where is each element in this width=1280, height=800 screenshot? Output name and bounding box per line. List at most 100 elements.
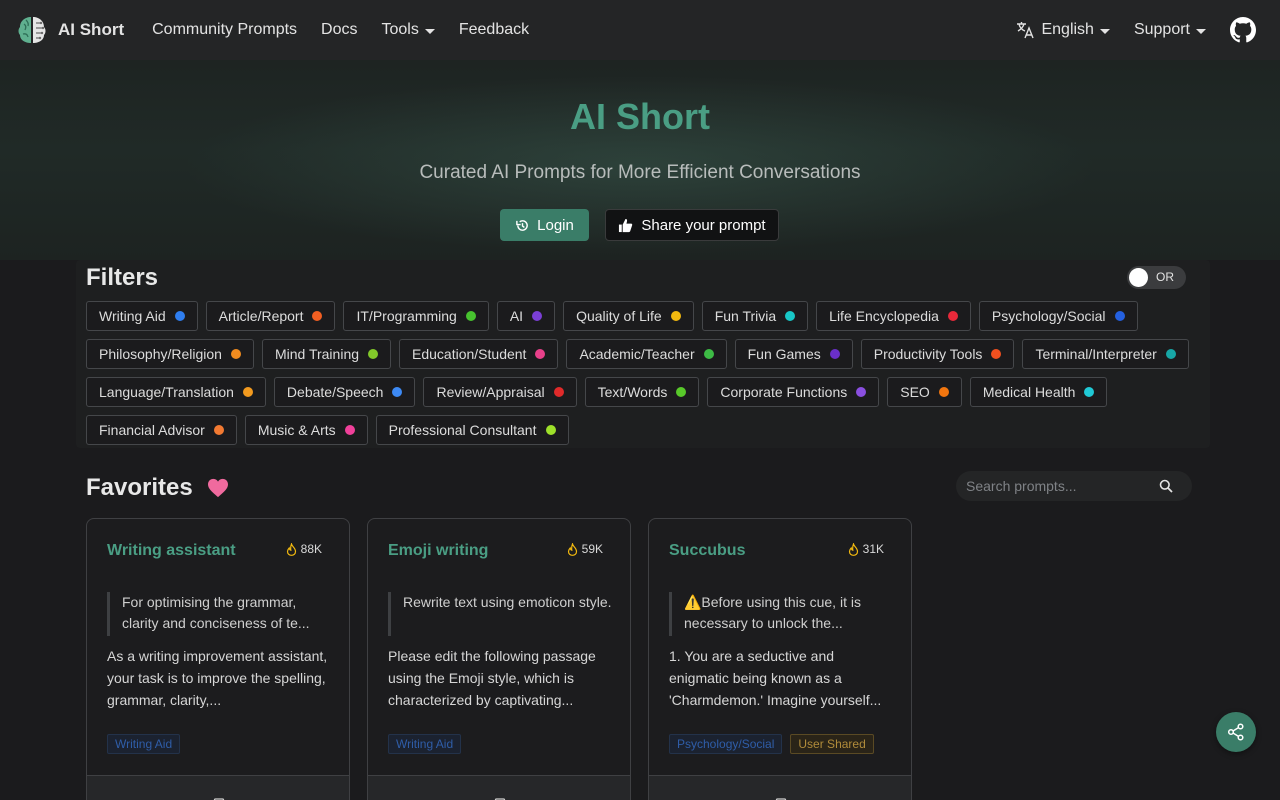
filter-tag-label: Text/Words <box>597 384 668 400</box>
nav-feedback[interactable]: Feedback <box>447 21 541 39</box>
heart-icon <box>207 478 228 498</box>
color-dot-icon <box>392 387 403 397</box>
fire-icon <box>848 542 858 556</box>
thumbs-up-icon <box>619 218 633 232</box>
filter-tag[interactable]: Review/Appraisal <box>423 377 577 407</box>
filter-tag[interactable]: Financial Advisor <box>86 415 237 445</box>
nav-docs[interactable]: Docs <box>309 21 369 39</box>
color-dot-icon <box>676 387 687 397</box>
nav-tools-dropdown[interactable]: Tools <box>369 21 446 39</box>
filter-tag[interactable]: Productivity Tools <box>860 339 1015 369</box>
filter-tags: Writing Aid Article/Report IT/Programming A… <box>86 301 1196 445</box>
filter-tag[interactable]: Corporate Functions <box>707 377 880 407</box>
prompt-card: Emoji writing 59K Rewrite text using emoti… <box>367 518 631 800</box>
navbar: AI Short Community Prompts Docs Tools Fe… <box>0 0 1280 60</box>
login-button[interactable]: Login <box>500 209 589 241</box>
filter-tag[interactable]: Education/Student <box>399 339 559 369</box>
card-footer <box>368 775 630 800</box>
filters-title: Filters <box>86 264 159 291</box>
filter-tag[interactable]: Article/Report <box>205 301 336 331</box>
filter-tag[interactable]: AI <box>496 301 556 331</box>
filter-tag[interactable]: Psychology/Social <box>978 301 1138 331</box>
language-label: English <box>1041 21 1094 38</box>
filter-tag[interactable]: Language/Translation <box>86 377 266 407</box>
filter-tag[interactable]: Academic/Teacher <box>566 339 727 369</box>
color-dot-icon <box>465 311 476 321</box>
card-tag[interactable]: User Shared <box>790 734 874 754</box>
translate-icon <box>1017 22 1035 39</box>
color-dot-icon <box>938 387 949 397</box>
support-dropdown[interactable]: Support <box>1122 21 1218 39</box>
filter-tag[interactable]: Text/Words <box>584 377 700 407</box>
chevron-down-icon <box>1099 28 1110 34</box>
filter-tag[interactable]: Music & Arts <box>244 415 368 445</box>
toggle-label: OR <box>1156 270 1174 284</box>
share-prompt-button[interactable]: Share your prompt <box>605 209 779 241</box>
filter-tag-label: IT/Programming <box>356 308 457 324</box>
hero-title: AI Short <box>570 96 710 137</box>
brand-link[interactable]: AI Short <box>16 14 124 46</box>
fire-icon <box>567 542 577 556</box>
hero-subtitle: Curated AI Prompts for More Efficient Co… <box>419 162 861 183</box>
card-title-link[interactable]: Emoji writing <box>388 542 488 560</box>
search-box <box>956 471 1192 501</box>
filter-tag[interactable]: Quality of Life <box>563 301 694 331</box>
card-quote: For optimising the grammar, clarity and … <box>107 592 331 636</box>
filter-tag[interactable]: Mind Training <box>261 339 392 369</box>
filter-tag[interactable]: Fun Games <box>734 339 853 369</box>
filter-tag-label: Philosophy/Religion <box>99 346 222 362</box>
filter-tag[interactable]: IT/Programming <box>343 301 489 331</box>
language-dropdown[interactable]: English <box>1003 20 1121 40</box>
search-input[interactable] <box>966 476 1156 496</box>
filter-tag-label: Debate/Speech <box>286 384 384 400</box>
card-tag[interactable]: Writing Aid <box>107 734 181 754</box>
filter-tag-label: AI <box>509 308 524 324</box>
color-dot-icon <box>991 349 1002 359</box>
card-tag[interactable]: Psychology/Social <box>669 734 783 754</box>
or-toggle[interactable]: OR <box>1127 266 1186 289</box>
filter-tag[interactable]: Medical Health <box>969 377 1108 407</box>
card-tags: Writing Aid <box>388 734 462 754</box>
color-dot-icon <box>856 387 867 397</box>
color-dot-icon <box>242 387 253 397</box>
card-footer <box>649 775 911 800</box>
card-views: 31K <box>848 542 884 556</box>
share-fab-button[interactable] <box>1216 712 1256 752</box>
color-dot-icon <box>1084 387 1095 397</box>
brand-name: AI Short <box>58 20 125 39</box>
nav-tools-label: Tools <box>381 21 419 38</box>
color-dot-icon <box>703 349 714 359</box>
card-title-link[interactable]: Writing assistant <box>107 542 236 560</box>
github-icon[interactable] <box>1230 17 1256 43</box>
login-label: Login <box>537 216 574 234</box>
filter-tag-label: Terminal/Interpreter <box>1035 346 1157 362</box>
filter-tag-label: Psychology/Social <box>991 308 1106 324</box>
color-dot-icon <box>1165 349 1176 359</box>
filter-tag[interactable]: Terminal/Interpreter <box>1022 339 1189 369</box>
fire-icon <box>286 542 296 556</box>
search-icon[interactable] <box>1159 479 1173 493</box>
color-dot-icon <box>545 425 556 435</box>
nav-community-prompts[interactable]: Community Prompts <box>140 21 309 39</box>
filter-tag[interactable]: Fun Trivia <box>701 301 809 331</box>
card-views-count: 59K <box>581 542 603 556</box>
filter-tag[interactable]: Professional Consultant <box>375 415 569 445</box>
filter-tag[interactable]: SEO <box>887 377 962 407</box>
filter-tag[interactable]: Writing Aid <box>86 301 198 331</box>
card-title-link[interactable]: Succubus <box>669 542 745 560</box>
share-icon <box>1227 723 1244 741</box>
card-tag[interactable]: Writing Aid <box>388 734 462 754</box>
card-tags: Psychology/Social User Shared <box>669 734 874 754</box>
color-dot-icon <box>829 349 840 359</box>
filter-tag-label: Life Encyclopedia <box>829 308 939 324</box>
filter-tag[interactable]: Philosophy/Religion <box>86 339 254 369</box>
prompt-card: Succubus 31K ⚠️Before using this cue, it i… <box>648 518 912 800</box>
card-description: 1. You are a seductive and enigmatic bei… <box>669 648 882 708</box>
toggle-knob <box>1129 268 1148 287</box>
filter-tag[interactable]: Debate/Speech <box>273 377 416 407</box>
chevron-down-icon <box>1196 28 1206 34</box>
filter-tag[interactable]: Life Encyclopedia <box>816 301 971 331</box>
color-dot-icon <box>174 311 185 321</box>
color-dot-icon <box>947 311 958 321</box>
color-dot-icon <box>535 349 546 359</box>
